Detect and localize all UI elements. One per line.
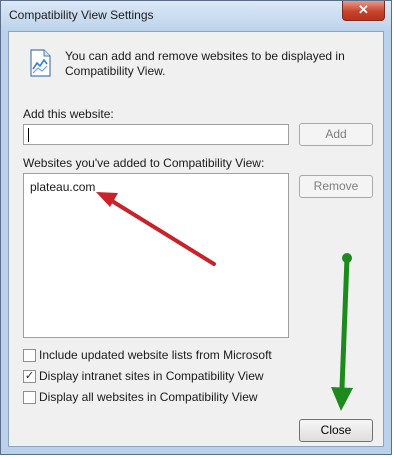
green-arrow [331,253,353,411]
red-arrow [96,192,216,266]
annotation-overlay [96,192,353,411]
